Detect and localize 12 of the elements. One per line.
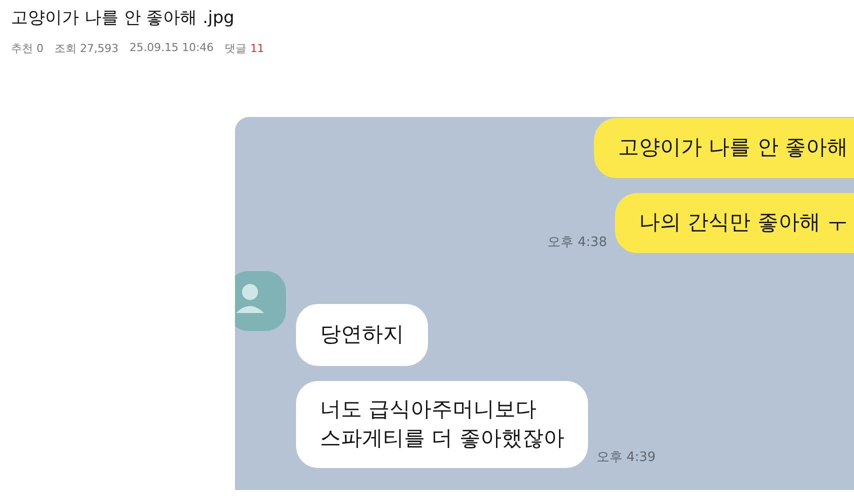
message-bubble: 당연하지	[296, 304, 428, 366]
message-bubble: 너도 급식아주머니보다 스파게티를 더 좋아했잖아	[296, 381, 588, 468]
message-bubble: 나의 간식만 좋아해 ㅜ	[614, 193, 854, 253]
message-time: 오후 4:38	[548, 234, 607, 252]
message-bubble: 고양이가 나를 안 좋아해	[594, 118, 854, 178]
post-meta: 추천 0	[11, 41, 44, 56]
message-time: 오후 4:39	[596, 449, 656, 467]
post-meta: 댓글 11	[224, 41, 264, 56]
avatar-icon	[235, 271, 286, 331]
post-title: 고양이가 나를 안 좋아해 .jpg	[10, 7, 236, 29]
post-meta: 25.09.15 10:46	[130, 41, 214, 56]
post-meta: 조회 27,593	[54, 41, 118, 56]
